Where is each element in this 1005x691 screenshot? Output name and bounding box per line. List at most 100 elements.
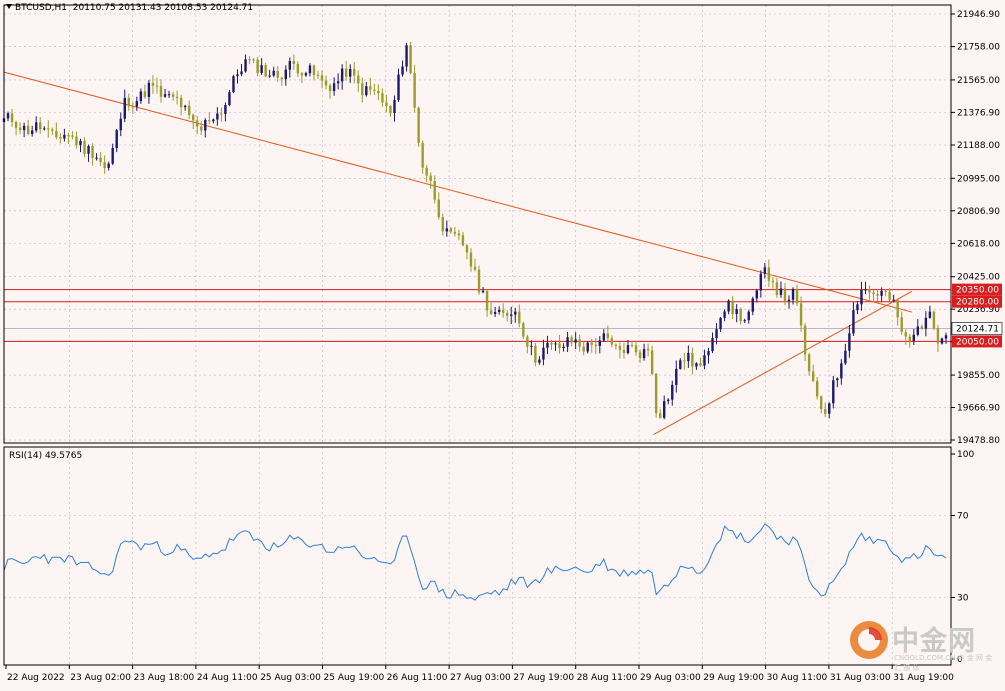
candle-bearish (453, 231, 457, 234)
price-level-label: 20050.00 (956, 337, 999, 347)
candle-bullish (848, 333, 851, 351)
candle-bullish (924, 317, 928, 329)
x-tick-label: 24 Aug 11:00 (197, 673, 258, 683)
candle-bearish (131, 106, 135, 108)
candle-bullish (832, 380, 835, 404)
candle-bullish (284, 69, 287, 80)
candle-bullish (546, 342, 549, 348)
candle-bullish (727, 300, 730, 312)
candle-bearish (328, 85, 332, 92)
candle-bearish (441, 217, 444, 232)
candle-bearish (155, 85, 159, 87)
candle-bearish (634, 345, 638, 353)
candle-bullish (530, 345, 533, 347)
candle-bearish (179, 97, 183, 108)
grid (4, 5, 951, 665)
candle-bearish (614, 344, 618, 346)
candle-bearish (252, 59, 255, 61)
candle-bearish (256, 59, 259, 74)
candle-bullish (747, 311, 750, 321)
candle-bearish (220, 113, 223, 115)
candle-bullish (35, 122, 38, 131)
candle-bullish (912, 334, 915, 342)
candle-bullish (340, 68, 344, 82)
candle-bullish (735, 309, 738, 315)
candle-bearish (594, 344, 597, 346)
ohlc-values: 20110.75 20131.43 20108.53 20124.71 (72, 3, 254, 13)
candle-bearish (385, 102, 388, 107)
candle-bullish (743, 320, 746, 322)
chart-window[interactable]: 22 Aug 2022 23 Aug 02:00 23 Aug 18:00 24 Au… (0, 0, 1005, 691)
candle-bearish (143, 91, 147, 97)
candle-bearish (815, 380, 819, 397)
candle-bearish (83, 140, 86, 154)
candle-bullish (272, 70, 275, 76)
candle-bearish (501, 309, 505, 313)
candle-bullish (22, 125, 26, 131)
x-tick-label: 31 Aug 19:00 (893, 673, 954, 683)
candle-bearish (55, 130, 58, 138)
dropdown-triangle-icon[interactable] (6, 4, 12, 9)
candle-bearish (489, 310, 493, 314)
candle-bearish (638, 352, 642, 359)
candle-bearish (739, 309, 742, 321)
trendlines (3, 71, 913, 436)
candle-bearish (296, 63, 300, 74)
candle-bearish (558, 343, 561, 349)
candle-bearish (936, 328, 940, 344)
y-tick-label: 19478.80 (957, 436, 1000, 446)
candle-bullish (836, 378, 839, 381)
candle-bullish (139, 91, 143, 102)
candle-bearish (75, 136, 78, 146)
candle-bullish (852, 310, 855, 334)
candle-bearish (820, 396, 823, 410)
candle-bearish (807, 354, 811, 372)
candle-bullish (481, 290, 485, 293)
candle-bearish (771, 280, 775, 283)
candle-bearish (381, 93, 384, 103)
candle-bearish (47, 128, 50, 130)
y-tick-label: 19666.90 (957, 404, 1000, 414)
candle-bullish (365, 86, 368, 96)
candle-bearish (699, 363, 702, 366)
candle-bullish (163, 94, 167, 97)
candle-bullish (224, 105, 227, 115)
x-tick-label: 26 Aug 11:00 (387, 673, 448, 683)
candle-bearish (417, 107, 420, 143)
candle-bearish (413, 73, 416, 108)
price-level-label: 20350.00 (956, 286, 999, 296)
rsi-tick-label: 30 (957, 594, 969, 604)
candle-bearish (425, 167, 428, 176)
watermark: 中金网 CNGOLD.COM.CN 中 金 网 金 汇 通 体 (848, 617, 998, 673)
candle-bearish (51, 129, 54, 131)
watermark-logo-icon (850, 621, 888, 659)
y-tick-label: 21188.00 (957, 141, 1000, 151)
candle-bullish (63, 134, 66, 139)
symbol-header: BTCUSD,H1 20110.75 20131.43 20108.53 201… (6, 3, 253, 13)
candle-bullish (228, 92, 231, 106)
candle-bearish (409, 45, 412, 74)
candle-bullish (244, 59, 247, 72)
candle-bearish (731, 300, 734, 315)
candle-bearish (526, 336, 529, 347)
candle-bearish (908, 336, 911, 342)
candle-bullish (135, 101, 139, 107)
candle-bullish (787, 299, 791, 302)
candle-bearish (175, 96, 179, 98)
candle-bearish (316, 74, 320, 76)
candle-bearish (389, 106, 392, 114)
candle-bearish (872, 292, 875, 295)
candle-bearish (811, 371, 815, 381)
candle-bearish (824, 409, 827, 414)
candle-bullish (79, 140, 82, 146)
candle-bearish (151, 82, 155, 86)
rsi-pane-border (3, 446, 952, 666)
candle-bullish (828, 403, 831, 414)
candle-bearish (658, 413, 662, 418)
candle-bearish (477, 269, 481, 293)
candle-bearish (200, 126, 203, 131)
chart-canvas[interactable]: 22 Aug 2022 23 Aug 02:00 23 Aug 18:00 24 Au… (0, 0, 1005, 691)
candle-bearish (570, 337, 573, 343)
candle-bullish (43, 128, 46, 130)
candle-bullish (840, 363, 843, 379)
